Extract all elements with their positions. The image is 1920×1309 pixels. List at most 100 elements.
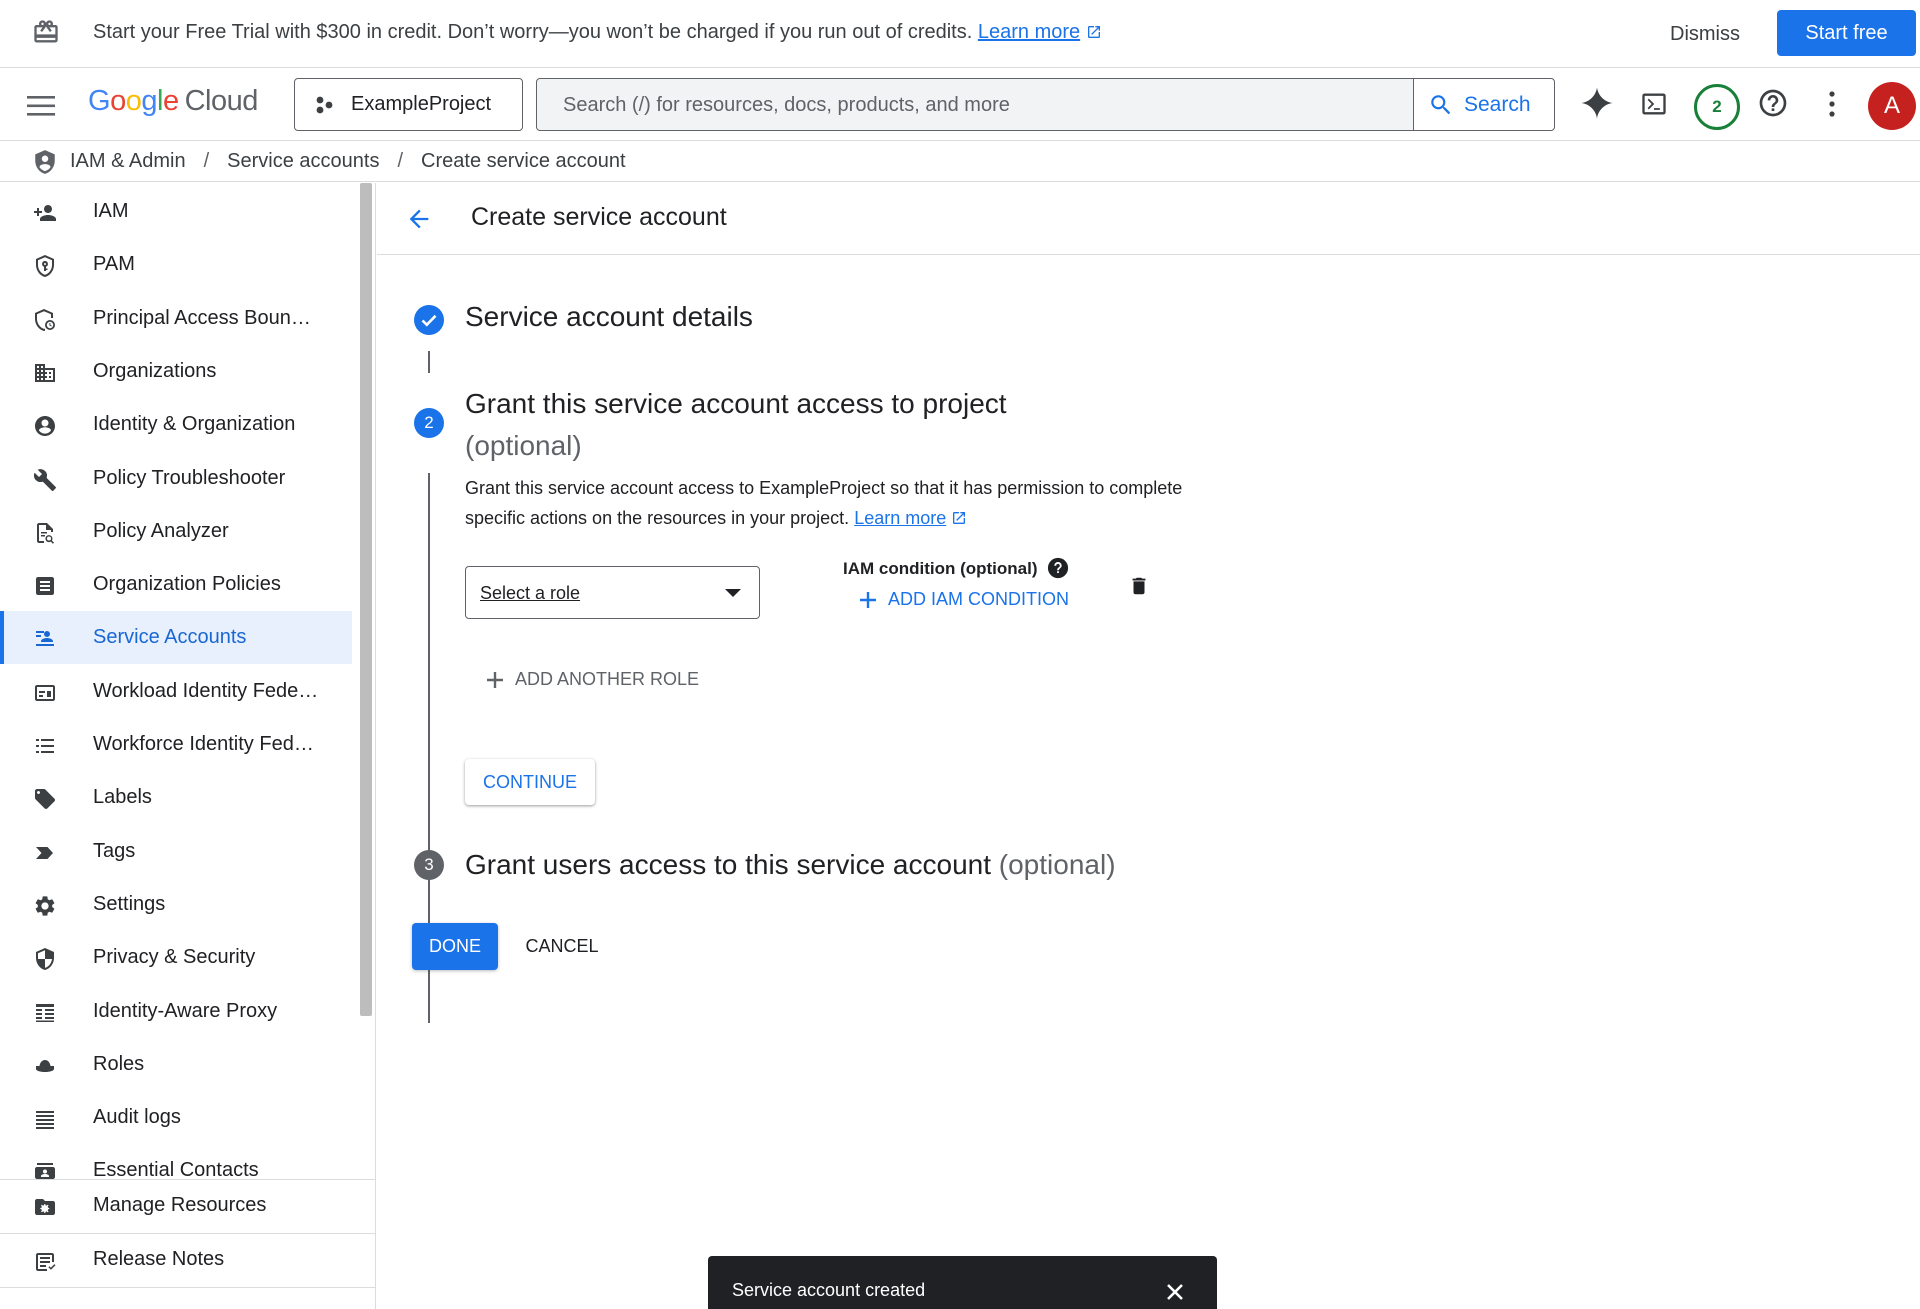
release-notes-icon [33, 1250, 57, 1274]
breadcrumb-iam-admin[interactable]: IAM & Admin [70, 150, 186, 173]
sidebar-item-label: IAM [93, 200, 129, 222]
id-card-icon [33, 681, 57, 705]
sidebar-item-label: Manage Resources [93, 1194, 267, 1216]
sidebar-item-label: Privacy & Security [93, 946, 256, 969]
start-free-button[interactable]: Start free [1777, 10, 1916, 56]
sidebar-item-label: Tags [93, 839, 136, 862]
sidebar-item-label: Audit logs [93, 1106, 181, 1129]
sidebar-item-label: Roles [93, 1052, 145, 1075]
sidebar-item-pam[interactable]: PAM [0, 238, 352, 291]
banner-learn-more-link[interactable]: Learn more [978, 21, 1080, 43]
trial-message-text: Start your Free Trial with $300 in credi… [93, 21, 973, 43]
sidebar: IAM PAM Principal Access Boun… Organization… [0, 183, 376, 1309]
wrench-icon [33, 468, 57, 492]
sidebar-item-audit-logs[interactable]: Audit logs [0, 1091, 352, 1144]
continue-button[interactable]: CONTINUE [465, 759, 595, 805]
step3-number: 3 [414, 850, 444, 880]
account-avatar[interactable]: A [1868, 82, 1916, 130]
iam-condition-label: IAM condition (optional) [843, 559, 1038, 578]
sidebar-item-workforce-identity-fed[interactable]: Workforce Identity Fed… [0, 718, 352, 771]
search-button-label: Search [1464, 92, 1531, 116]
step2-learn-more-link[interactable]: Learn more [854, 508, 946, 528]
step3-title: Grant users access to this service accou… [465, 849, 991, 880]
sidebar-item-organization-policies[interactable]: Organization Policies [0, 558, 352, 611]
sidebar-item-label: Policy Troubleshooter [93, 466, 286, 489]
menu-icon[interactable] [26, 93, 56, 119]
back-arrow-icon[interactable] [405, 205, 433, 233]
step2-learn-more-label: Learn more [854, 508, 947, 528]
hat-icon [33, 1054, 57, 1078]
external-link-icon [951, 510, 967, 526]
page-title: Create service account [471, 203, 727, 231]
main-content: Create service account Service account d… [377, 183, 1920, 1309]
sidebar-item-identity-aware-proxy[interactable]: Identity-Aware Proxy [0, 985, 352, 1038]
snackbar: Service account created [708, 1256, 1217, 1309]
cancel-button[interactable]: CANCEL [522, 923, 602, 970]
dropdown-arrow-icon [725, 589, 741, 597]
sidebar-item-iam[interactable]: IAM [0, 185, 352, 238]
sidebar-item-tags[interactable]: Tags [0, 825, 352, 878]
step3-title-block[interactable]: Grant users access to this service accou… [465, 849, 1116, 881]
list-icon [33, 734, 57, 758]
role-select[interactable]: Select a role [465, 566, 760, 619]
person-add-icon [33, 201, 57, 225]
add-iam-condition-button[interactable]: ADD IAM CONDITION [858, 589, 1069, 610]
breadcrumb-separator: / [203, 150, 210, 172]
sidebar-scrollbar[interactable] [360, 183, 372, 1016]
sidebar-item-workload-identity-fede[interactable]: Workload Identity Fede… [0, 665, 352, 718]
add-another-role-label: ADD ANOTHER ROLE [515, 669, 700, 689]
page-titlebar: Create service account [377, 183, 1920, 255]
sidebar-item-organizations[interactable]: Organizations [0, 345, 352, 398]
sidebar-item-label: Service Accounts [93, 626, 247, 649]
cloud-shell-icon[interactable] [1640, 90, 1668, 118]
sidebar-item-roles[interactable]: Roles [0, 1038, 352, 1091]
sidebar-item-principal-access-boun[interactable]: Principal Access Boun… [0, 292, 352, 345]
close-icon[interactable] [1163, 1280, 1187, 1304]
iam-shield-icon [32, 148, 58, 176]
search-bar[interactable]: Search (/) for resources, docs, products… [536, 78, 1555, 131]
dismiss-button[interactable]: Dismiss [1652, 12, 1758, 56]
sidebar-item-policy-analyzer[interactable]: Policy Analyzer [0, 505, 352, 558]
sidebar-item-label: Essential Contacts [93, 1159, 259, 1179]
sidebar-item-service-accounts[interactable]: Service Accounts [0, 611, 352, 665]
document-search-icon [33, 521, 57, 545]
sidebar-item-label: PAM [93, 253, 135, 276]
step-complete-check-icon [414, 305, 444, 335]
sidebar-item-settings[interactable]: Settings [0, 878, 352, 931]
gear-icon [33, 894, 57, 918]
sidebar-item-release-notes[interactable]: Release Notes [0, 1233, 375, 1288]
add-another-role-button[interactable]: ADD ANOTHER ROLE [485, 669, 699, 690]
search-input[interactable]: Search (/) for resources, docs, products… [563, 94, 1010, 117]
project-picker[interactable]: ExampleProject [294, 78, 523, 131]
add-iam-condition-label: ADD IAM CONDITION [888, 589, 1070, 609]
sidebar-item-label: Principal Access Boun… [93, 306, 311, 329]
sidebar-item-manage-resources[interactable]: Manage Resources [0, 1179, 375, 1233]
search-button[interactable]: Search [1413, 79, 1554, 130]
breadcrumb: IAM & Admin / Service accounts / Create … [0, 142, 1920, 182]
sidebar-item-label: Workforce Identity Fed… [93, 733, 314, 755]
gemini-sparkle-icon[interactable] [1580, 86, 1614, 120]
snackbar-message: Service account created [732, 1280, 926, 1300]
sidebar-item-privacy-security[interactable]: Privacy & Security [0, 931, 352, 984]
project-icon [315, 95, 335, 115]
step2-description-text: Grant this service account access to Exa… [465, 478, 1183, 528]
banner-learn-more-label: Learn more [977, 21, 1081, 43]
done-button[interactable]: DONE [412, 923, 498, 970]
shield-clock-icon [33, 308, 57, 332]
sidebar-item-identity-organization[interactable]: Identity & Organization [0, 398, 352, 451]
step1-title[interactable]: Service account details [465, 301, 753, 333]
lines-icon [33, 1107, 57, 1131]
shield-key-icon [33, 254, 57, 278]
more-vert-icon[interactable] [1820, 89, 1844, 119]
notifications-badge[interactable]: 2 [1694, 84, 1740, 130]
breadcrumb-service-accounts[interactable]: Service accounts [227, 150, 379, 173]
help-icon[interactable] [1757, 87, 1789, 119]
sidebar-item-essential-contacts[interactable]: Essential Contacts [0, 1144, 352, 1179]
sidebar-item-label: Identity & Organization [93, 413, 296, 436]
sidebar-item-labels[interactable]: Labels [0, 771, 352, 824]
google-cloud-logo[interactable]: Google Cloud [88, 85, 258, 118]
sidebar-item-policy-troubleshooter[interactable]: Policy Troubleshooter [0, 452, 352, 505]
delete-icon[interactable] [1128, 574, 1150, 598]
help-circle-icon[interactable] [1047, 557, 1069, 579]
step2-title: Grant this service account access to pro… [465, 388, 1007, 419]
